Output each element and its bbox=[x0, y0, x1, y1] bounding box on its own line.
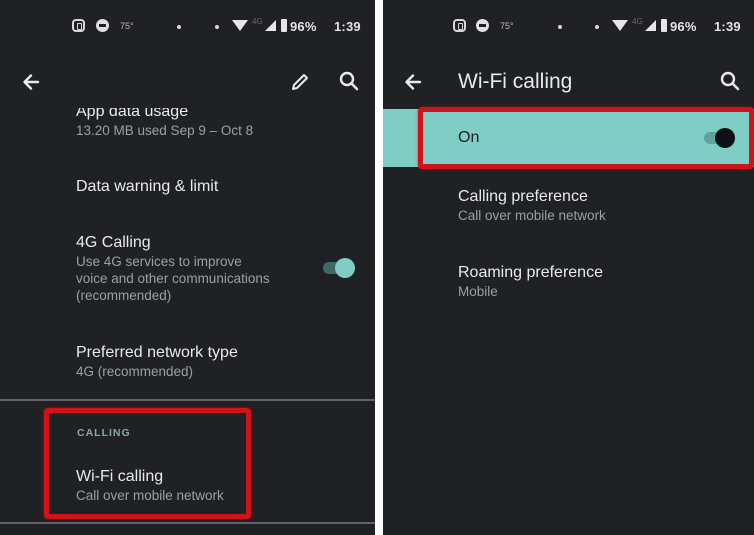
notification-dot-icon bbox=[177, 25, 181, 29]
notification-dot-icon bbox=[558, 25, 562, 29]
annotation-highlight-box bbox=[418, 107, 754, 169]
network-type-label: 4G bbox=[632, 17, 643, 26]
back-button[interactable] bbox=[17, 68, 45, 96]
item-subtitle: Mobile bbox=[458, 284, 498, 299]
4g-calling-toggle[interactable] bbox=[321, 258, 357, 278]
do-not-disturb-icon bbox=[96, 19, 109, 32]
battery-percent: 96% bbox=[670, 19, 697, 34]
item-subtitle-line: Use 4G services to improve bbox=[76, 254, 242, 269]
wifi-calling-settings-screen: 75° 4G 96% 1:39 Wi-Fi calling On Calling… bbox=[383, 0, 754, 535]
clock: 1:39 bbox=[714, 19, 741, 34]
section-divider bbox=[0, 399, 375, 401]
data-warning-limit-item[interactable]: Data warning & limit bbox=[76, 177, 375, 197]
item-title: Data warning & limit bbox=[76, 178, 219, 195]
search-button[interactable] bbox=[716, 67, 744, 95]
toggle-thumb bbox=[335, 258, 355, 278]
screenshot-notification-icon bbox=[453, 19, 466, 32]
notification-dot-icon bbox=[215, 25, 219, 29]
roaming-preference-item[interactable]: Roaming preference Mobile bbox=[458, 263, 754, 300]
weather-temperature: 75° bbox=[120, 21, 134, 31]
battery-percent: 96% bbox=[290, 19, 317, 34]
item-subtitle-line: voice and other communications bbox=[76, 271, 270, 286]
item-title: Calling preference bbox=[458, 188, 588, 205]
search-button[interactable] bbox=[335, 67, 363, 95]
section-divider bbox=[0, 522, 375, 524]
arrow-left-icon bbox=[405, 74, 422, 90]
battery-icon bbox=[661, 19, 667, 32]
search-icon bbox=[720, 71, 740, 91]
arrow-left-icon bbox=[23, 74, 40, 90]
item-subtitle: 4G (recommended) bbox=[76, 364, 194, 379]
item-title: Preferred network type bbox=[76, 344, 238, 361]
search-icon bbox=[339, 71, 359, 91]
calling-preference-item[interactable]: Calling preference Call over mobile netw… bbox=[458, 187, 754, 224]
weather-temperature: 75° bbox=[500, 21, 514, 31]
do-not-disturb-icon bbox=[476, 19, 489, 32]
cell-signal-icon bbox=[645, 20, 656, 31]
app-bar-title: Wi-Fi calling bbox=[458, 70, 573, 93]
mobile-network-settings-screen: 75° 4G 96% 1:39 App data usage 13.20 MB … bbox=[0, 0, 375, 535]
cell-signal-icon bbox=[265, 20, 276, 31]
wifi-icon bbox=[232, 20, 248, 31]
item-subtitle-line: (recommended) bbox=[76, 288, 172, 303]
pencil-icon bbox=[292, 74, 308, 90]
wifi-icon bbox=[612, 20, 628, 31]
preferred-network-type-item[interactable]: Preferred network type 4G (recommended) bbox=[76, 343, 375, 380]
clock: 1:39 bbox=[334, 19, 361, 34]
4g-calling-item[interactable]: 4G Calling Use 4G services to improve vo… bbox=[76, 233, 315, 304]
item-title: Roaming preference bbox=[458, 264, 603, 281]
status-bar: 75° 4G 96% 1:39 bbox=[383, 14, 754, 40]
screenshot-notification-icon bbox=[72, 19, 85, 32]
back-button[interactable] bbox=[399, 68, 427, 96]
network-type-label: 4G bbox=[252, 17, 263, 26]
battery-icon bbox=[281, 19, 287, 32]
app-bar: Wi-Fi calling bbox=[383, 60, 754, 104]
notification-dot-icon bbox=[595, 25, 599, 29]
scroll-edge bbox=[0, 95, 375, 108]
item-subtitle: 13.20 MB used Sep 9 – Oct 8 bbox=[76, 123, 254, 138]
item-subtitle: Call over mobile network bbox=[458, 208, 606, 223]
item-title: 4G Calling bbox=[76, 234, 151, 251]
annotation-highlight-box bbox=[44, 408, 251, 519]
edit-button[interactable] bbox=[286, 68, 314, 96]
status-bar: 75° 4G 96% 1:39 bbox=[0, 14, 375, 40]
